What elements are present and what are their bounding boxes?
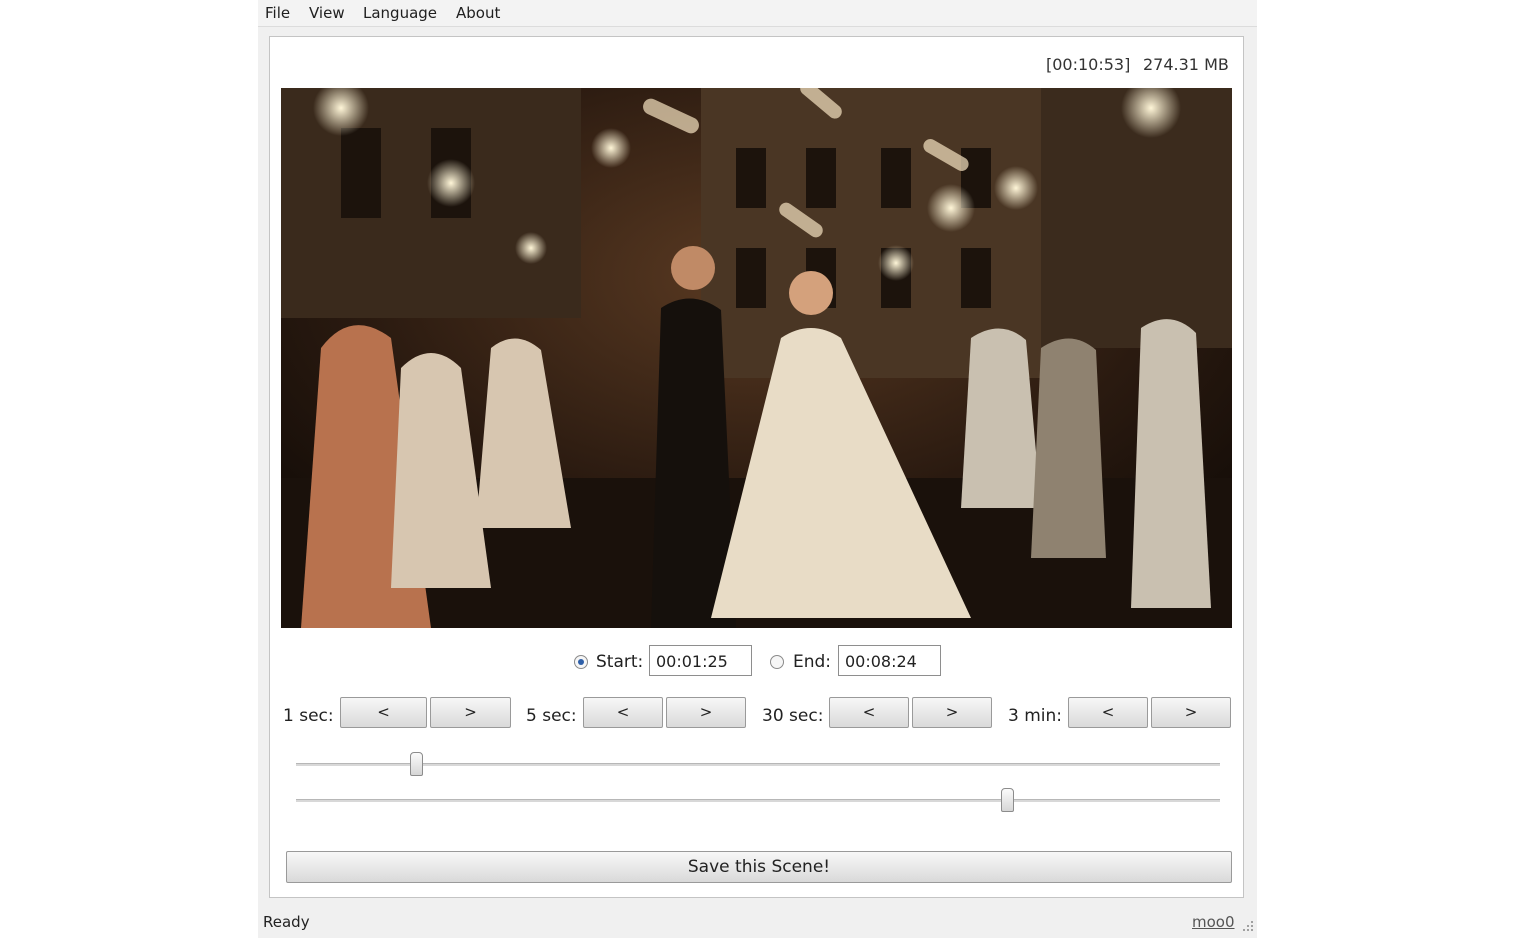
back-1sec-button[interactable]: < xyxy=(340,697,427,728)
end-slider-track[interactable] xyxy=(296,799,1220,802)
video-frame-image xyxy=(281,88,1232,628)
status-text: Ready xyxy=(263,913,310,931)
app-window: File View Language About [00:10:53] 274.… xyxy=(258,0,1257,938)
forward-1sec-button[interactable]: > xyxy=(430,697,511,728)
end-radio[interactable] xyxy=(770,655,784,669)
video-preview[interactable] xyxy=(281,88,1232,628)
back-3min-button[interactable]: < xyxy=(1068,697,1148,728)
start-label: Start: xyxy=(596,652,644,672)
menu-language[interactable]: Language xyxy=(363,4,437,22)
menu-file[interactable]: File xyxy=(265,4,290,22)
moo0-link[interactable]: moo0 xyxy=(1192,913,1235,931)
forward-30sec-button[interactable]: > xyxy=(912,697,992,728)
start-slider-track[interactable] xyxy=(296,763,1220,766)
step-label-1sec: 1 sec: xyxy=(283,706,334,726)
duration-label: [00:10:53] xyxy=(1046,55,1131,74)
start-time-field[interactable]: 00:01:25 xyxy=(649,645,752,676)
step-label-5sec: 5 sec: xyxy=(526,706,577,726)
start-slider-thumb[interactable] xyxy=(409,752,423,776)
start-radio[interactable] xyxy=(574,655,588,669)
menu-bar: File View Language About xyxy=(258,0,1257,27)
menu-view[interactable]: View xyxy=(309,4,345,22)
end-time-field[interactable]: 00:08:24 xyxy=(838,645,941,676)
forward-3min-button[interactable]: > xyxy=(1151,697,1231,728)
step-label-3min: 3 min: xyxy=(1008,706,1063,726)
end-slider-thumb[interactable] xyxy=(1000,788,1014,812)
back-5sec-button[interactable]: < xyxy=(583,697,663,728)
resize-grip-icon[interactable] xyxy=(1242,920,1254,932)
back-30sec-button[interactable]: < xyxy=(829,697,909,728)
filesize-label: 274.31 MB xyxy=(1143,55,1229,74)
menu-about[interactable]: About xyxy=(456,4,500,22)
end-label: End: xyxy=(793,652,832,672)
save-scene-button[interactable]: Save this Scene! xyxy=(286,851,1232,883)
forward-5sec-button[interactable]: > xyxy=(666,697,746,728)
step-label-30sec: 30 sec: xyxy=(762,706,824,726)
